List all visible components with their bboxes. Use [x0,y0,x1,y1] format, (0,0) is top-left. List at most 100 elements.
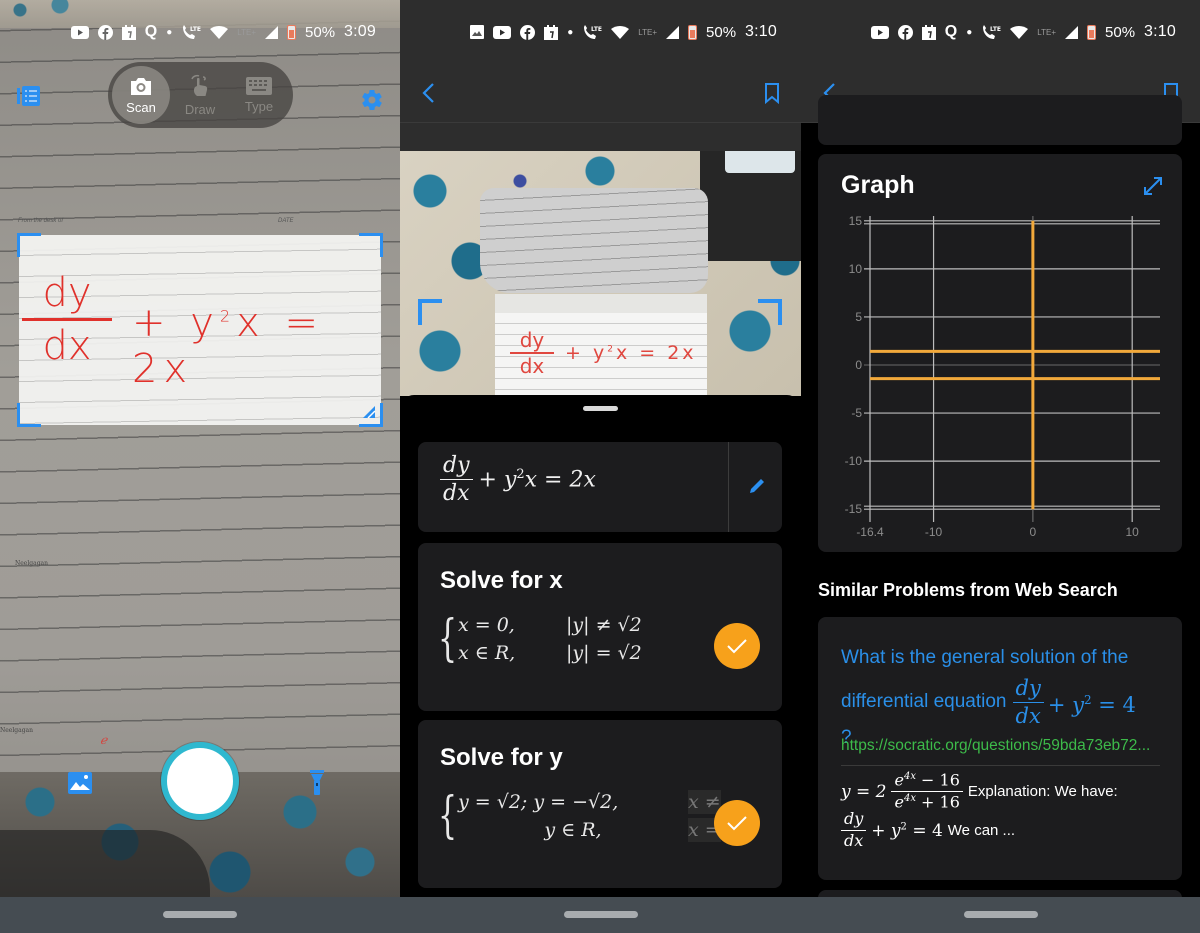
photo-book [700,151,801,261]
y-tick-label: -15 [845,502,863,516]
case-row: x = 0, |y| ≠ √2 [458,613,642,637]
y-tick-label: -5 [851,406,862,420]
gallery-button[interactable] [68,772,92,794]
mode-label: Scan [126,99,156,115]
wifi-icon [210,25,229,39]
check-icon [727,639,747,654]
crop-corner-top-left[interactable] [17,233,41,257]
resize-handle-icon[interactable] [362,405,376,419]
history-list-button[interactable] [17,84,41,108]
case-value: y ∈ R, [544,819,602,841]
show-steps-button[interactable] [714,623,760,669]
clock: 3:09 [344,23,376,40]
mode-label: Draw [184,101,216,117]
battery-icon [287,24,297,40]
solve-for-x-card[interactable]: Solve for x { x = 0, |y| ≠ √2 x ∈ R, |y| =… [418,543,782,711]
x-tick-label: -16.4 [856,525,884,539]
graph-plot[interactable]: 15 10 5 0 -5 -10 -15 -16.4 -10 0 10 [818,204,1182,549]
hw-denominator: dx [42,323,92,369]
result-question-link[interactable]: What is the general solution of the diff… [841,639,1171,749]
flashlight-button[interactable] [310,770,324,796]
home-gesture-pill[interactable] [163,911,237,918]
pencil-icon [750,479,764,493]
result-url-link[interactable]: https://socratic.org/questions/59bda73eb… [841,737,1150,755]
viewfinder-shadow [0,830,210,897]
solve-for-y-card[interactable]: Solve for y { y = √2; y = −√2, x ≠ y ∈ R,… [418,720,782,888]
eq-term: + y [478,467,517,493]
sheet-drag-handle[interactable] [583,406,618,411]
image-gallery-icon [68,772,92,794]
svg-text:LTE: LTE [190,26,201,33]
crop-corner-top-right[interactable] [359,233,383,257]
result-divider [841,765,1160,766]
youtube-icon [870,25,889,39]
x-tick-label: -10 [925,525,943,539]
settings-button[interactable] [360,88,384,112]
previous-card [818,95,1182,145]
search-result-card[interactable]: What is the general solution of the diff… [818,617,1182,880]
q-term: + y [1047,692,1084,717]
recognized-equation-card[interactable]: dy dx + y2x = 2x [418,442,782,532]
mode-scan-button[interactable]: Scan [112,66,170,124]
shutter-button[interactable] [161,742,239,820]
wifi-icon [1010,25,1029,39]
hw-numerator: dy [42,270,92,316]
hw-term-2: x = 2x [615,342,697,364]
call-lte-icon: LTE [181,24,201,40]
edit-equation-button[interactable] [747,476,767,496]
quora-icon: Q [944,23,958,40]
battery-icon [1087,24,1097,40]
expand-graph-button[interactable] [1143,176,1163,196]
show-steps-button[interactable] [714,800,760,846]
red-scribble: ℯ [100,733,108,747]
list-icon [17,86,40,106]
answer-num-exp: 4x [903,771,916,782]
paper-header-left: From the desk of [18,218,64,224]
answer-den-rest: + 16 [915,792,960,812]
x-tick-label: 0 [1030,525,1037,539]
mode-type-button[interactable]: Type [230,62,288,128]
brace: { [438,609,458,667]
battery-icon [688,24,698,40]
q-denominator: dx [1015,703,1041,728]
chevron-left-icon [422,83,434,103]
home-gesture-pill[interactable] [963,911,1038,918]
svg-text:LTE: LTE [591,26,602,33]
y-tick-label: 15 [849,214,863,228]
image-icon [470,25,485,39]
solution-screen: ● LTE LTE+ 50% 3:10 dy dx + y2x = 2x dy dx [400,0,801,933]
similar-problems-heading: Similar Problems from Web Search [818,580,1118,600]
dot-icon: ● [567,26,574,38]
paper-header-right: DATE [278,218,294,224]
clock: 3:10 [745,23,777,40]
top-bar-spacer [400,123,801,151]
solution-bottom-sheet: dy dx + y2x = 2x Solve for x { x = 0, |y| … [400,395,801,897]
mode-draw-button[interactable]: Draw [171,62,229,128]
status-bar: Q ● LTE LTE+ 50% 3:09 [70,18,376,46]
gear-icon [362,90,382,111]
mode-label: Type [244,98,274,114]
battery-percent: 50% [706,23,737,41]
home-gesture-pill[interactable] [563,911,638,918]
answer2-term-2: = 4 [906,820,943,841]
input-mode-switcher: Scan Draw Type [108,62,293,128]
answer-num-base: e [894,770,904,790]
solution-cases: { y = √2; y = −√2, x ≠ y ∈ R, x = [438,790,721,842]
back-button[interactable] [420,82,438,104]
crop-corner-bottom-left[interactable] [17,403,41,427]
youtube-icon [70,25,89,39]
q-numerator: dy [1012,677,1044,703]
hw-denominator: dx [519,354,545,378]
bookmark-button[interactable] [763,82,781,105]
keyboard-icon [246,76,272,95]
crop-corner-top-right [758,299,782,325]
case-condition: |y| = √2 [566,642,642,664]
calendar-icon [121,24,136,40]
clock: 3:10 [1144,23,1176,40]
hand-draw-icon [191,74,208,96]
photo-tag [725,151,795,173]
check-icon [727,816,747,831]
eq-term-2: x = 2x [524,467,596,493]
answer-lhs: y = 2 [841,781,887,802]
q-exponent: 2 [1083,692,1092,707]
